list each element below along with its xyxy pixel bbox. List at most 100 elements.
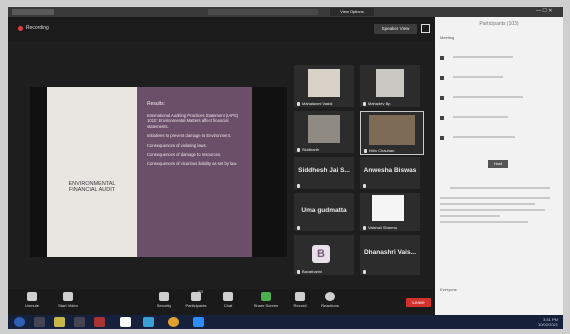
fullscreen-icon[interactable]	[421, 24, 430, 33]
participant-tile[interactable]: Vaishali Sharma	[360, 193, 420, 231]
app-icon[interactable]	[120, 317, 131, 327]
leave-button[interactable]: Leave	[406, 298, 431, 307]
app-icon[interactable]	[34, 317, 45, 327]
share-screen-label: Share Screen	[253, 303, 279, 308]
participant-entry[interactable]	[453, 76, 503, 78]
meeting-topbar: Recording Speaker View	[8, 17, 435, 41]
participant-avatar: B	[312, 245, 330, 263]
shared-screen: ENVIRONMENTAL FINANCIAL AUDIT Results: I…	[30, 87, 287, 257]
participant-name: Nitin Chauhan	[369, 148, 395, 153]
participant-tile[interactable]: Anwesha Biswas	[360, 157, 420, 189]
slide-bullet: Consequences of vicarious liability as s…	[147, 161, 238, 167]
participant-tile[interactable]: Mahadev Bp	[360, 65, 420, 107]
folder-icon[interactable]	[54, 317, 65, 327]
smiley-icon	[325, 292, 335, 301]
participant-tile[interactable]: Mahalaxmi Vaddi	[294, 65, 354, 107]
panel-title: Participants (103)	[479, 21, 519, 27]
participants-panel: Participants (103) Meeting Host Everyone	[435, 17, 563, 315]
record-icon	[295, 292, 305, 301]
slide-title: ENVIRONMENTAL FINANCIAL AUDIT	[68, 180, 116, 194]
participant-name-large: Anwesha Biswas	[363, 167, 417, 174]
app-icon[interactable]	[74, 317, 85, 327]
participant-avatar-icon	[440, 75, 444, 80]
mic-muted-icon	[297, 147, 300, 152]
mic-muted-icon	[363, 269, 366, 274]
participant-name: Mahadev Bp	[368, 101, 391, 106]
participant-avatar-icon	[440, 115, 444, 120]
title-tab[interactable]	[12, 9, 54, 15]
unmute-button[interactable]: Unmute	[14, 292, 50, 308]
recording-label: Recording	[26, 25, 49, 31]
recording-dot-icon	[18, 25, 23, 31]
zoom-window: View Options — ☐ ✕ Recording Speaker Vie…	[8, 7, 563, 329]
participant-tile[interactable]: Siddharth	[294, 111, 354, 153]
slide-results-title: Results:	[147, 101, 166, 107]
speaker-view-button[interactable]: Speaker View	[374, 24, 417, 34]
participant-tile[interactable]: B Bavatharini	[294, 235, 354, 275]
reactions-button[interactable]: Reactions	[312, 292, 348, 308]
chat-label: Chat	[223, 303, 233, 308]
participant-video	[308, 69, 340, 97]
recording-indicator: Recording	[18, 25, 49, 31]
participants-button[interactable]: Participants	[178, 292, 214, 308]
microphone-icon	[27, 292, 37, 301]
chat-message	[450, 187, 550, 189]
host-badge: Host	[488, 160, 508, 168]
chat-message	[440, 203, 535, 205]
participant-entry[interactable]	[453, 136, 515, 138]
start-icon[interactable]	[14, 317, 25, 327]
share-screen-icon	[261, 292, 271, 301]
slide-title-panel: ENVIRONMENTAL FINANCIAL AUDIT	[47, 87, 137, 257]
participant-name-large: Siddhesh Jai S...	[298, 167, 350, 174]
chat-recipient[interactable]: Everyone	[440, 287, 457, 292]
panel-subtitle: Meeting	[440, 35, 455, 40]
participants-count: 103	[197, 290, 203, 294]
participant-entry[interactable]	[453, 116, 508, 118]
app-icon[interactable]	[143, 317, 154, 327]
start-video-label: Start Video	[58, 303, 78, 308]
chat-message	[440, 215, 500, 217]
participant-tile[interactable]: Siddhesh Jai S...	[294, 157, 354, 189]
participant-video	[372, 195, 404, 221]
participant-name: Vaishali Sharma	[368, 225, 397, 230]
security-button[interactable]: Security	[146, 292, 182, 308]
mic-muted-icon	[297, 101, 300, 106]
view-options-button[interactable]: View Options	[330, 8, 374, 16]
slide-bullet: Initiatives to prevent damage to Environ…	[147, 133, 232, 139]
mic-muted-icon	[363, 101, 366, 106]
system-tray[interactable]: 3:31 PM 10/02/2021	[498, 317, 558, 327]
participant-entry[interactable]	[453, 96, 523, 98]
chat-message	[440, 209, 545, 211]
app-icon[interactable]	[94, 317, 105, 327]
participant-name: Mahalaxmi Vaddi	[302, 101, 333, 106]
reactions-label: Reactions	[321, 303, 339, 308]
slide-content: Results: International Auditing Practice…	[137, 87, 252, 257]
participant-tile[interactable]: Dhanashri Vais...	[360, 235, 420, 275]
chat-button[interactable]: Chat	[210, 292, 246, 308]
start-video-button[interactable]: Start Video	[50, 292, 86, 308]
slide-bullet: International Auditing Practices Stateme…	[147, 113, 239, 129]
share-screen-button[interactable]: Share Screen	[248, 292, 284, 308]
mic-muted-icon	[363, 183, 366, 188]
zoom-icon[interactable]	[193, 317, 204, 327]
record-label: Record	[293, 303, 307, 308]
mic-muted-icon	[297, 183, 300, 188]
participant-name: Bavatharini	[302, 269, 323, 274]
participant-tile-active[interactable]: Nitin Chauhan	[360, 111, 424, 155]
participant-tile[interactable]: Uma gudmatta	[294, 193, 354, 231]
security-label: Security	[156, 303, 172, 308]
participant-entry[interactable]	[453, 56, 513, 58]
browser-icon[interactable]	[168, 317, 179, 327]
taskbar: 3:31 PM 10/02/2021	[8, 315, 563, 329]
unmute-label: Unmute	[24, 303, 39, 308]
window-controls[interactable]: — ☐ ✕	[536, 8, 552, 14]
chat-message	[440, 197, 550, 199]
mic-muted-icon	[363, 225, 366, 230]
participant-video	[369, 115, 415, 145]
participants-label: Participants	[185, 303, 207, 308]
title-info	[208, 9, 318, 15]
participant-video	[376, 69, 404, 97]
shield-icon	[159, 292, 169, 301]
taskbar-date: 10/02/2021	[537, 321, 558, 327]
mic-icon	[364, 148, 367, 153]
